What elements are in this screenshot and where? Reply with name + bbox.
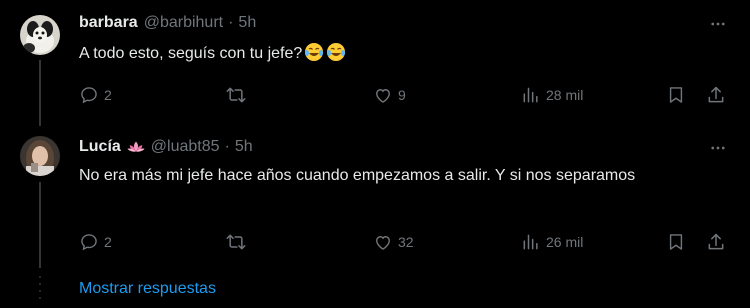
reply-lucia[interactable]: Lucía @luabt85 · 5h No era más mi jefe h… — [0, 124, 750, 268]
avatar-person-image — [20, 136, 60, 176]
bookmark-icon — [669, 234, 683, 250]
share-button[interactable] — [706, 83, 726, 107]
display-name[interactable]: Lucía — [79, 138, 121, 156]
user-handle[interactable]: @luabt85 — [151, 138, 220, 156]
avatar-dog-image — [20, 15, 60, 55]
views-button[interactable]: 26 mil — [521, 230, 583, 254]
bookmark-button[interactable] — [666, 83, 686, 107]
timestamp[interactable]: 5h — [235, 138, 253, 156]
reply-icon — [81, 234, 97, 251]
heart-icon — [376, 236, 390, 250]
share-icon — [708, 86, 724, 103]
user-handle[interactable]: @barbihurt — [144, 14, 223, 32]
like-count: 32 — [398, 234, 414, 250]
views-chart-icon — [523, 234, 538, 250]
show-replies-link[interactable]: Mostrar respuestas — [79, 278, 216, 300]
bookmark-icon — [669, 87, 683, 103]
reply-text: No era más mi jefe hace años cuando empe… — [79, 167, 636, 184]
repost-button[interactable] — [225, 230, 247, 254]
reply-icon — [81, 87, 97, 104]
timestamp[interactable]: 5h — [238, 14, 256, 32]
more-options-icon[interactable] — [708, 138, 728, 158]
view-count: 28 mil — [546, 87, 584, 103]
lotus-emoji-icon — [127, 139, 145, 155]
avatar[interactable] — [20, 15, 60, 55]
repost-icon — [226, 87, 246, 103]
tears-of-joy-emoji-icon — [305, 43, 324, 61]
reply-count: 2 — [104, 87, 112, 103]
separator-dot: · — [228, 14, 234, 31]
share-icon — [708, 233, 724, 250]
reply-text: A todo esto, seguís con tu jefe? — [79, 42, 699, 65]
reply-text-content: A todo esto, seguís con tu jefe? — [79, 45, 303, 62]
repost-button[interactable] — [225, 83, 247, 107]
thread-line — [39, 182, 41, 268]
reply-barbara[interactable]: barbara @barbihurt · 5h A todo esto, seg… — [0, 0, 750, 126]
reply-button[interactable]: 2 — [79, 230, 112, 254]
tears-of-joy-emoji-icon — [327, 43, 346, 61]
avatar[interactable] — [20, 136, 60, 176]
reply-header: barbara @barbihurt · 5h — [79, 12, 256, 34]
views-chart-icon — [523, 87, 538, 103]
view-count: 26 mil — [546, 234, 584, 250]
reply-header: Lucía @luabt85 · 5h — [79, 136, 253, 158]
reply-button[interactable]: 2 — [79, 83, 112, 107]
like-button[interactable]: 9 — [373, 83, 406, 107]
action-bar: 2 32 26 mil — [0, 230, 750, 254]
more-options-icon[interactable] — [708, 14, 728, 34]
like-count: 9 — [398, 87, 406, 103]
views-button[interactable]: 28 mil — [521, 83, 583, 107]
share-button[interactable] — [706, 230, 726, 254]
more-replies-dots — [38, 276, 42, 304]
action-bar: 2 9 28 mil — [0, 83, 750, 107]
repost-icon — [226, 234, 246, 250]
display-name[interactable]: barbara — [79, 14, 138, 32]
reply-count: 2 — [104, 234, 112, 250]
separator-dot: · — [224, 138, 230, 155]
like-button[interactable]: 32 — [373, 230, 414, 254]
heart-icon — [376, 89, 390, 103]
bookmark-button[interactable] — [666, 230, 686, 254]
